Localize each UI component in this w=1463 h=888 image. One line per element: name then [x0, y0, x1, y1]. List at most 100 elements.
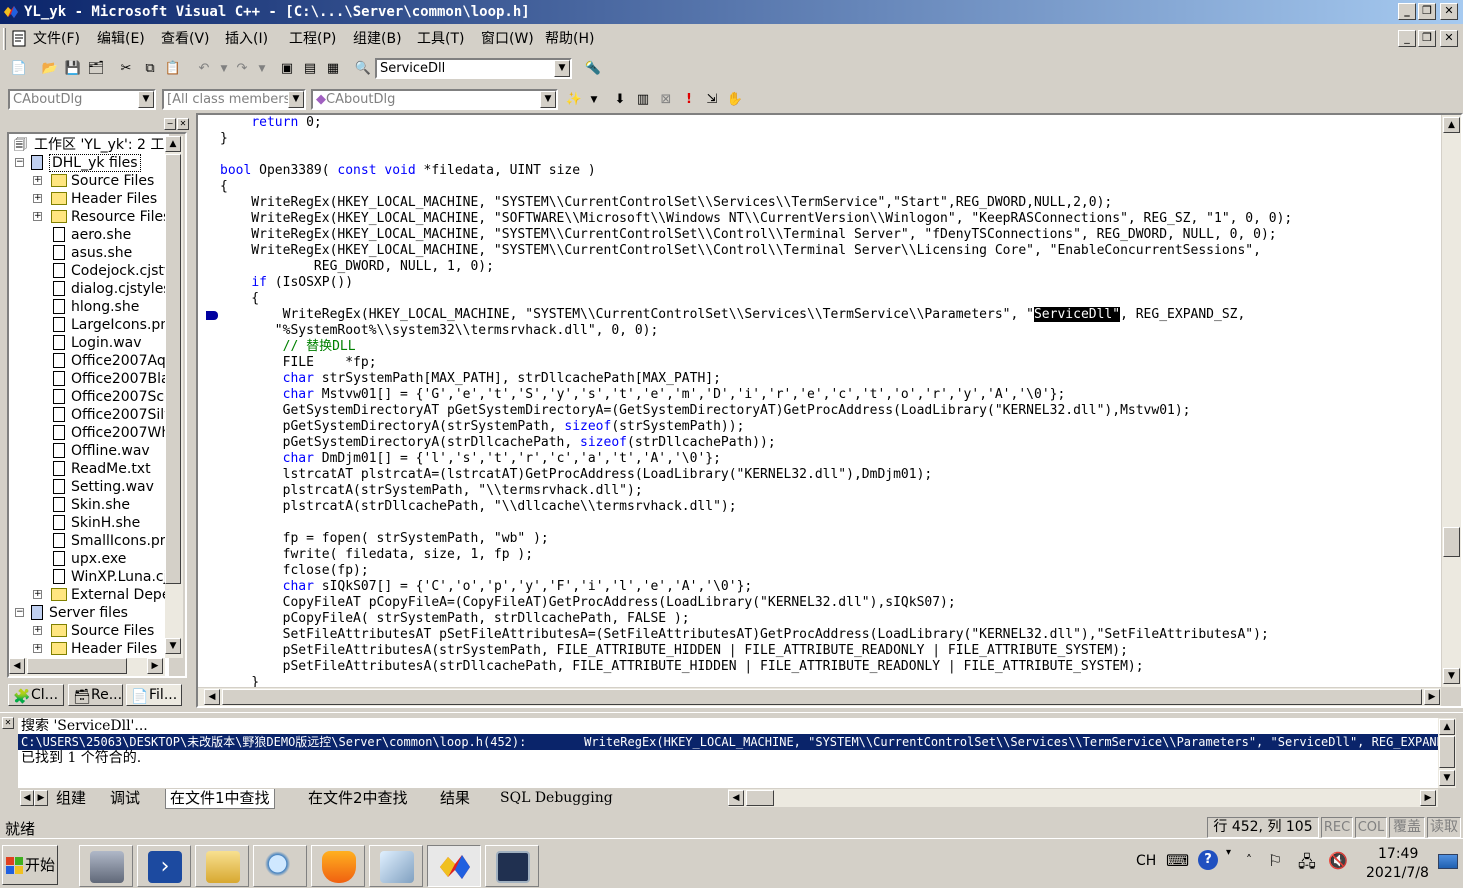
taskbar-shield[interactable] [311, 845, 365, 887]
code-line[interactable]: REG_DWORD, NULL, 1, 0); [220, 259, 494, 275]
expand-icon[interactable]: + [33, 590, 42, 599]
taskbar-search[interactable] [253, 845, 307, 887]
breakpoint-hand-icon[interactable]: ✋ [725, 90, 745, 110]
output-result-line[interactable]: C:\USERS\25063\DESKTOP\未改版本\野狼DEMO版远控\Se… [18, 734, 1438, 750]
redo-icon[interactable]: ↷ [232, 59, 252, 79]
minimize-button[interactable]: _ [1398, 3, 1416, 20]
code-line[interactable]: } [220, 675, 259, 687]
scroll-right-icon[interactable]: ▶ [147, 658, 163, 674]
tree-hscroll[interactable]: ◀ ▶ [9, 658, 165, 676]
code-line[interactable]: WriteRegEx(HKEY_LOCAL_MACHINE, "SYSTEM\\… [220, 243, 1261, 259]
code-line[interactable]: WriteRegEx(HKEY_LOCAL_MACHINE, "SOFTWARE… [220, 211, 1292, 227]
scroll-thumb[interactable] [1443, 527, 1460, 557]
scroll-down-icon[interactable]: ▼ [1439, 770, 1455, 786]
network-icon[interactable]: 🖧 [1298, 851, 1316, 878]
redo-dropdown-icon[interactable]: ▼ [252, 59, 272, 79]
code-line[interactable]: } [220, 131, 228, 147]
expand-icon[interactable]: + [33, 644, 42, 653]
tab-find-in-files-1[interactable]: 在文件1中查找 [165, 789, 275, 809]
code-line[interactable]: SetFileAttributesAT pSetFileAttributesA=… [220, 627, 1269, 643]
code-line[interactable]: GetSystemDirectoryAT pGetSystemDirectory… [220, 403, 1191, 419]
tab-scroll-left-icon[interactable]: ◀ [20, 790, 34, 806]
menu-tools[interactable]: 工具(T) [417, 30, 464, 48]
scroll-down-icon[interactable]: ▼ [1443, 668, 1460, 684]
scroll-down-icon[interactable]: ▼ [165, 638, 181, 654]
search-icon[interactable]: 🔦 [583, 59, 603, 79]
cut-icon[interactable]: ✂ [116, 59, 136, 79]
code-line[interactable]: char Mstvw01[] = {'G','e','t','S','y','s… [220, 387, 1066, 403]
scroll-thumb[interactable] [165, 154, 181, 584]
chevron-down-icon[interactable]: ▼ [138, 91, 154, 108]
doc-close-button[interactable]: ✕ [1440, 30, 1458, 47]
show-desktop-icon[interactable] [1438, 854, 1458, 869]
menu-help[interactable]: 帮助(H) [545, 30, 594, 48]
output-vscroll[interactable]: ▲ ▼ [1438, 718, 1456, 788]
scroll-thumb[interactable] [27, 658, 127, 674]
paste-icon[interactable]: 📋 [163, 59, 183, 79]
wizard-action-icon[interactable]: ✨ [564, 90, 584, 110]
new-text-file-icon[interactable]: 📄 [9, 59, 29, 79]
taskbar-visual-cpp[interactable] [427, 845, 481, 887]
code-line[interactable]: fwrite( filedata, size, 1, fp ); [220, 547, 533, 563]
expand-icon[interactable]: + [33, 194, 42, 203]
tab-results[interactable]: 结果 [440, 789, 470, 809]
code-line[interactable]: WriteRegEx(HKEY_LOCAL_MACHINE, "SYSTEM\\… [220, 227, 1276, 243]
close-pane-icon[interactable]: ✕ [2, 717, 14, 729]
code-line[interactable]: pCopyFileA( strSystemPath, strDllcachePa… [220, 611, 690, 627]
doc-minimize-button[interactable]: _ [1398, 30, 1416, 47]
code-line[interactable]: char sIQkS07[] = {'C','o','p','y','F','i… [220, 579, 753, 595]
scroll-thumb[interactable] [1439, 736, 1455, 768]
build-icon[interactable]: ▥ [633, 90, 653, 110]
title-bar[interactable]: YL_yk - Microsoft Visual C++ - [C:\...\S… [0, 0, 1463, 24]
class-combo[interactable]: CAboutDlg ▼ [8, 89, 156, 110]
compile-icon[interactable]: ⬇ [610, 90, 630, 110]
menubar-grip[interactable] [3, 28, 6, 50]
minimize-pane-icon[interactable]: − [164, 118, 176, 130]
code-line[interactable]: char strSystemPath[MAX_PATH], strDllcach… [220, 371, 721, 387]
code-line[interactable]: // 替换DLL [220, 339, 356, 355]
code-line[interactable]: { [220, 179, 228, 195]
members-combo[interactable]: ◆CAboutDlg ▼ [311, 89, 558, 110]
tree-vscroll[interactable]: ▲ ▼ [165, 136, 183, 658]
tab-resourceview[interactable]: 🗃 Re... [68, 684, 123, 706]
tab-debug[interactable]: 调试 [110, 789, 140, 809]
keyboard-icon[interactable]: ⌨ [1166, 851, 1189, 870]
scroll-left-icon[interactable]: ◀ [728, 790, 744, 806]
menu-insert[interactable]: 插入(I) [225, 30, 268, 48]
code-line[interactable]: pGetSystemDirectoryA(strSystemPath, size… [220, 419, 745, 435]
restore-button[interactable]: ❐ [1418, 3, 1436, 20]
tab-fileview[interactable]: 📄 Fil... [126, 684, 182, 706]
collapse-icon[interactable]: − [15, 158, 24, 167]
code-line[interactable]: pSetFileAttributesA(strDllcachePath, FIL… [220, 659, 1144, 675]
tab-find-in-files-2[interactable]: 在文件2中查找 [308, 789, 408, 809]
clock-time[interactable]: 17:49 [1378, 846, 1418, 862]
close-button[interactable]: ✕ [1440, 3, 1458, 20]
code-line[interactable]: WriteRegEx(HKEY_LOCAL_MACHINE, "SYSTEM\\… [220, 307, 1245, 323]
taskbar-powershell[interactable]: › [137, 845, 191, 887]
undo-icon[interactable]: ↶ [194, 59, 214, 79]
scroll-left-icon[interactable]: ◀ [204, 689, 220, 705]
go-icon[interactable]: ⇲ [702, 90, 722, 110]
menu-build[interactable]: 组建(B) [353, 30, 402, 48]
file-tree[interactable]: 🗐 工作区 'YL_yk': 2 工 − DHL_yk files + Source … [9, 134, 169, 676]
find-combo[interactable]: ServiceDll ▼ [375, 58, 572, 79]
find-in-files-icon[interactable]: 🔍 [353, 59, 373, 79]
code-line[interactable]: CopyFileAT pCopyFileA=(CopyFileAT)GetPro… [220, 595, 956, 611]
start-button[interactable]: 开始 [2, 845, 58, 885]
help-icon[interactable]: ? [1198, 850, 1218, 870]
scroll-up-icon[interactable]: ▲ [1443, 117, 1460, 133]
scroll-thumb[interactable] [746, 790, 774, 806]
code-line[interactable]: "%SystemRoot%\\system32\\termsrvhack.dll… [220, 323, 659, 339]
taskbar-server-manager[interactable] [79, 845, 133, 887]
menu-window[interactable]: 窗口(W) [481, 30, 534, 48]
chevron-down-icon[interactable]: ▼ [288, 91, 304, 108]
code-line[interactable]: lstrcatAT plstrcatA=(lstrcatAT)GetProcAd… [220, 467, 933, 483]
code-line[interactable]: pSetFileAttributesA(strSystemPath, FILE_… [220, 643, 1128, 659]
menu-project[interactable]: 工程(P) [289, 30, 336, 48]
menu-file[interactable]: 文件(F) [33, 30, 80, 48]
chevron-down-icon[interactable]: ▼ [554, 60, 570, 77]
output-icon[interactable]: ▤ [300, 59, 320, 79]
code-line[interactable]: plstrcatA(strSystemPath, "\\termsrvhack.… [220, 483, 643, 499]
editor-vscroll[interactable]: ▲ ▼ [1442, 115, 1461, 687]
document-icon[interactable] [10, 30, 30, 48]
